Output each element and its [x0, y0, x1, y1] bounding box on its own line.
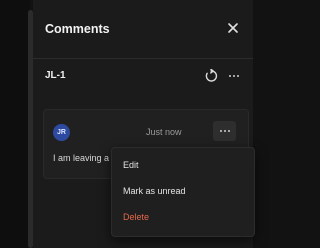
more-options-button[interactable] — [226, 68, 242, 84]
comment-context-menu: Edit Mark as unread Delete — [111, 147, 255, 237]
avatar: JR — [53, 124, 70, 141]
refresh-button[interactable] — [204, 68, 218, 83]
close-button[interactable] — [225, 20, 241, 36]
main-content-area — [0, 0, 30, 248]
menu-item-mark-unread[interactable]: Mark as unread — [123, 186, 186, 196]
panel-header: Comments — [33, 0, 253, 58]
comment-more-button[interactable] — [213, 121, 236, 141]
more-horizontal-icon — [229, 75, 239, 77]
menu-item-delete[interactable]: Delete — [123, 212, 149, 222]
close-icon — [228, 23, 238, 33]
issue-id: JL-1 — [45, 70, 66, 81]
comment-text: I am leaving a — [53, 153, 110, 163]
more-horizontal-icon — [219, 130, 230, 132]
comment-timestamp: Just now — [146, 127, 182, 137]
panel-title: Comments — [45, 22, 110, 36]
menu-item-edit[interactable]: Edit — [123, 160, 139, 170]
refresh-icon — [205, 68, 218, 82]
issue-row: JL-1 — [33, 59, 253, 95]
